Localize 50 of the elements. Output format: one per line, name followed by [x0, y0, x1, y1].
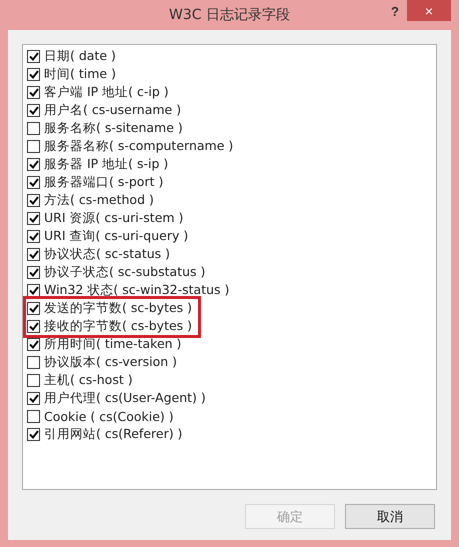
checkbox[interactable]	[27, 284, 40, 296]
close-button[interactable]: ×	[407, 0, 451, 21]
field-label: 协议版本( cs-version )	[44, 354, 178, 370]
field-label: 服务器 IP 地址( s-ip )	[44, 156, 168, 172]
checkbox[interactable]	[27, 338, 40, 350]
checkbox[interactable]	[27, 302, 40, 314]
checkbox[interactable]	[27, 86, 40, 98]
checkbox[interactable]	[27, 392, 40, 404]
checkbox[interactable]	[27, 248, 40, 260]
checkmark-icon	[28, 394, 38, 402]
checkmark-icon	[28, 430, 38, 438]
field-label: 发送的字节数( sc-bytes )	[44, 300, 192, 316]
field-label: 用户代理( cs(User-Agent) )	[44, 390, 206, 406]
field-label: 协议状态( sc-status )	[44, 246, 170, 262]
window-title: W3C 日志记录字段	[169, 6, 290, 24]
checkbox[interactable]	[27, 158, 40, 170]
checkbox[interactable]	[27, 194, 40, 206]
help-button[interactable]: ?	[387, 2, 403, 20]
field-label: 用户名( cs-username )	[44, 102, 182, 118]
field-label: 服务名称( s-sitename )	[44, 120, 183, 136]
checkbox[interactable]	[27, 212, 40, 224]
field-label: 服务器名称( s-computername )	[44, 138, 234, 154]
field-label: Win32 状态( sc-win32-status )	[44, 282, 230, 298]
field-label: 服务器端口( s-port )	[44, 174, 164, 190]
checkbox[interactable]	[27, 320, 40, 332]
checkbox[interactable]	[27, 104, 40, 116]
checkbox[interactable]	[27, 140, 40, 152]
checkbox[interactable]	[27, 266, 40, 278]
field-label: 日期( date )	[44, 48, 116, 64]
field-label: 接收的字节数( cs-bytes )	[44, 318, 192, 334]
field-label: URI 资源( cs-uri-stem )	[44, 210, 184, 226]
field-label: 协议子状态( sc-substatus )	[44, 264, 206, 280]
field-label: 引用网站( cs(Referer) )	[44, 426, 182, 442]
dialog-button[interactable]: 取消	[345, 504, 435, 529]
checkbox[interactable]	[27, 230, 40, 242]
field-label: 所用时间( time-taken )	[44, 336, 182, 352]
checkbox[interactable]	[27, 50, 40, 62]
field-label: 方法( cs-method )	[44, 192, 154, 208]
checkbox[interactable]	[27, 410, 40, 422]
checkbox[interactable]	[27, 428, 40, 440]
field-label: Cookie ( cs(Cookie) )	[44, 408, 174, 424]
checkbox[interactable]	[27, 176, 40, 188]
field-label: 主机( cs-host )	[44, 372, 133, 388]
checkbox[interactable]	[27, 68, 40, 80]
field-label: 时间( time )	[44, 66, 116, 82]
checkbox[interactable]	[27, 374, 40, 386]
field-label: 客户端 IP 地址( c-ip )	[44, 84, 169, 100]
checkbox[interactable]	[27, 356, 40, 368]
field-label: URI 查询( cs-uri-query )	[44, 228, 188, 244]
checkbox[interactable]	[27, 122, 40, 134]
